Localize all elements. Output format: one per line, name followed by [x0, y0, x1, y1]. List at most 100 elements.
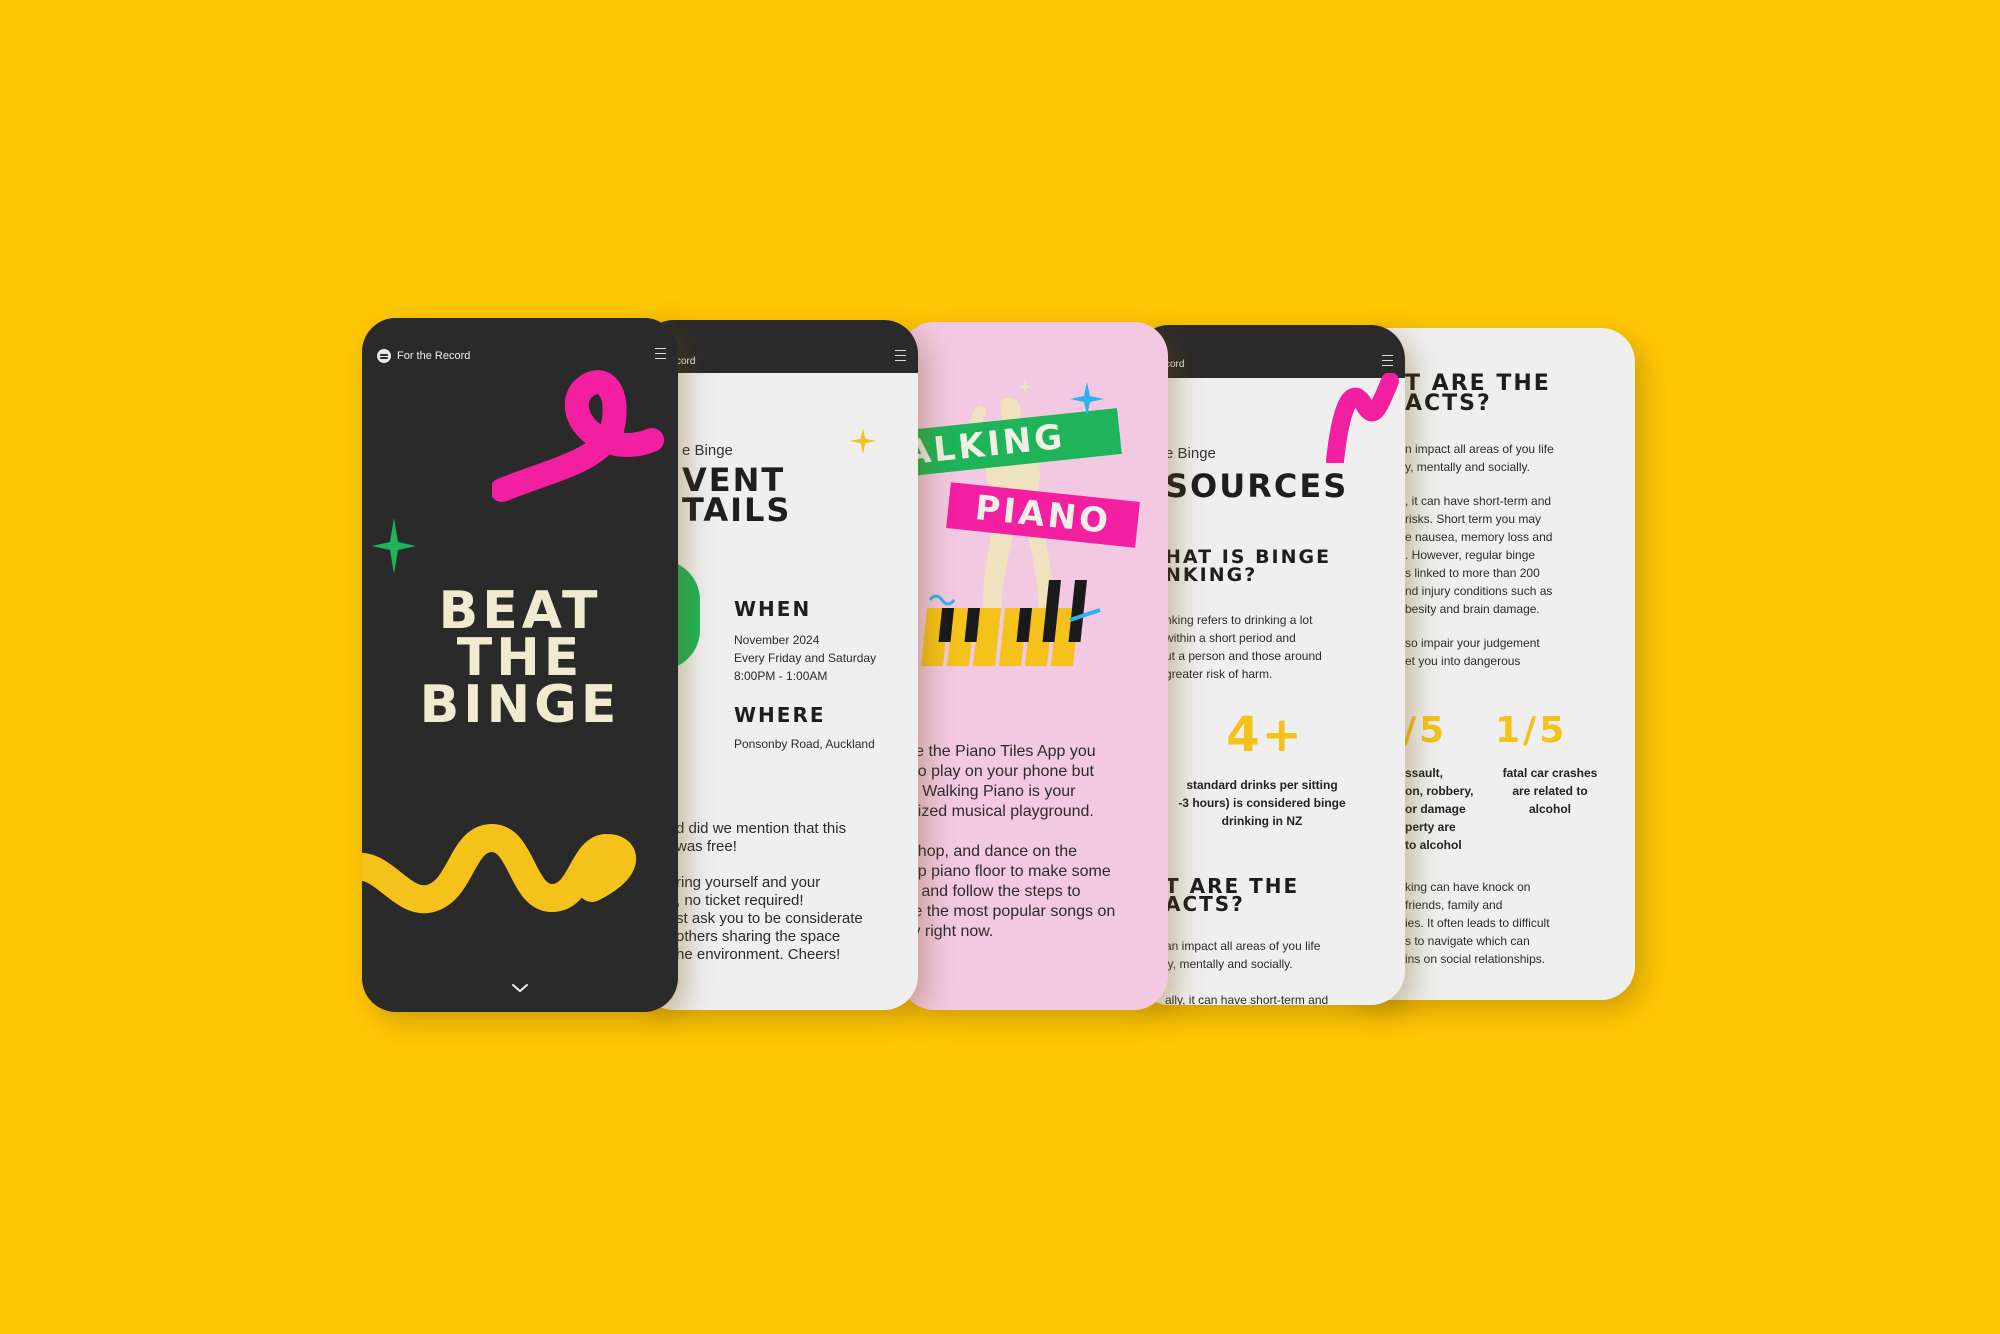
text-line: ly, mentally and socially.	[1165, 957, 1293, 971]
top-bar: cord	[640, 320, 918, 373]
facts-paragraph-2: , it can have short-term and risks. Shor…	[1405, 492, 1552, 618]
text-line: t up piano floor to make some	[900, 863, 1111, 880]
text-line: greater risk of harm.	[1165, 667, 1273, 681]
when-label: WHEN	[734, 597, 812, 621]
green-sparkle-icon	[372, 518, 416, 574]
menu-icon[interactable]	[1382, 355, 1393, 366]
binge-definition: nking refers to drinking a lot within a …	[1165, 611, 1322, 683]
facts-text: an impact all areas of you life ly, ment…	[1165, 937, 1328, 1005]
text-line: ut a person and those around	[1165, 649, 1322, 663]
text-line: ssault,	[1405, 766, 1444, 780]
text-line: y, mentally and socially.	[1405, 460, 1530, 474]
text-line: fatal car crashes	[1502, 766, 1598, 780]
text-line: , no ticket required!	[676, 892, 804, 909]
eyebrow: e Binge	[1165, 445, 1216, 462]
text-line: was free!	[676, 838, 737, 855]
text-line: besity and brain damage.	[1405, 602, 1540, 616]
text-line: s linked to more than 200	[1405, 566, 1540, 580]
text-line: nking refers to drinking a lot	[1165, 613, 1313, 627]
text-line: on, robbery,	[1405, 784, 1474, 798]
text-line: risks. Short term you may	[1405, 512, 1542, 526]
menu-icon[interactable]	[895, 350, 906, 361]
piano-keys-illustration	[920, 580, 1101, 666]
text-line: ate the most popular songs on	[900, 903, 1116, 920]
text-line: alcohol	[1528, 802, 1571, 816]
text-line: to alcohol	[1405, 838, 1462, 852]
facts-paragraph-3: so impair your judgement et you into dan…	[1405, 634, 1540, 670]
text-line: nd injury conditions such as	[1405, 584, 1553, 598]
text-line: an impact all areas of you life	[1165, 939, 1321, 953]
text-line: st ask you to be considerate	[676, 910, 863, 927]
screen-walking-piano: ALKING PIANO like the Piano Tiles App yo…	[900, 322, 1168, 1010]
text-line: s to navigate which can	[1405, 934, 1530, 948]
event-description: d did we mention that this was free! rin…	[676, 820, 863, 964]
top-bar: For the Record	[362, 318, 678, 371]
text-line: p, hop, and dance on the	[900, 843, 1078, 860]
stat-car-crashes-caption: fatal car crashes are related to alcohol	[1495, 764, 1605, 818]
text-line: others sharing the space	[676, 928, 841, 945]
stat-standard-drinks-caption: standard drinks per sitting -3 hours) is…	[1157, 776, 1367, 830]
spotify-logo-icon	[377, 349, 391, 363]
text-line: ring yourself and your	[676, 874, 821, 891]
text-line	[900, 822, 1115, 842]
text-line: tify right now.	[900, 923, 994, 940]
text-line: er. Walking Piano is your	[900, 783, 1076, 800]
text-line: friends, family and	[1405, 898, 1503, 912]
brand[interactable]: For the Record	[377, 349, 470, 363]
text-line: so impair your judgement	[1405, 636, 1540, 650]
text-line: like the Piano Tiles App you	[900, 743, 1096, 760]
chevron-down-icon[interactable]	[510, 982, 530, 994]
sparkle-icon	[1018, 380, 1032, 394]
screen-beat-the-binge: For the Record BEAT THE BINGE	[362, 318, 678, 1012]
yellow-sparkle-icon	[850, 428, 876, 454]
walking-piano-description: like the Piano Tiles App you d to play o…	[900, 742, 1115, 942]
top-bar: cord	[1135, 325, 1405, 378]
stat-car-crashes: 1/5	[1495, 710, 1568, 751]
stat-assault: /5	[1403, 710, 1448, 751]
stat-standard-drinks: 4+	[1226, 707, 1304, 763]
text-line: he environment. Cheers!	[676, 946, 841, 963]
text-line: standard drinks per sitting	[1186, 778, 1338, 792]
text-line: within a short period and	[1165, 631, 1296, 645]
text-line: , it can have short-term and	[1405, 494, 1552, 508]
text-line: 8:00PM - 1:00AM	[734, 669, 828, 683]
stat-assault-caption: ssault, on, robbery, or damage perty are…	[1405, 764, 1473, 854]
text-line: d did we mention that this	[676, 820, 847, 837]
text-line: perty are	[1405, 820, 1456, 834]
resources-heading: SOURCES	[1165, 467, 1349, 505]
text-line: are related to	[1512, 784, 1588, 798]
hero-title: BEAT THE BINGE	[362, 585, 678, 735]
text-line: ies. It often leads to difficult	[1405, 916, 1550, 930]
text-line: November 2024	[734, 633, 820, 647]
pink-loop-illustration	[492, 370, 664, 502]
screen-resources: cord e Binge SOURCES HAT IS BINGE NKING?…	[1135, 325, 1405, 1005]
facts-paragraph-4: king can have knock on friends, family a…	[1405, 878, 1550, 968]
facts-paragraph-1: n impact all areas of you life y, mental…	[1405, 440, 1554, 476]
text-line: d to play on your phone but	[900, 763, 1094, 780]
text-line: Every Friday and Saturday	[734, 651, 877, 665]
text-line: or damage	[1405, 802, 1466, 816]
text-line: ins on social relationships.	[1405, 952, 1546, 966]
binge-question-heading: HAT IS BINGE NKING?	[1165, 548, 1331, 586]
blue-sparkle-icon	[1070, 382, 1104, 416]
text-line: n impact all areas of you life	[1405, 442, 1554, 456]
text-line: TAILS	[682, 491, 792, 529]
text-line: -3 hours) is considered binge	[1178, 796, 1346, 810]
text-line: es and follow the steps to	[900, 883, 1081, 900]
text-line	[1165, 973, 1328, 991]
title-line: BINGE	[419, 675, 621, 735]
text-line: king can have knock on	[1405, 880, 1531, 894]
menu-icon[interactable]	[655, 348, 666, 359]
text-line: NKING?	[1165, 564, 1258, 586]
pink-squiggle-icon	[1326, 373, 1399, 463]
facts-heading-line: ACTS?	[1405, 391, 1492, 416]
where-label: WHERE	[734, 703, 826, 727]
brand-name: cord	[676, 356, 696, 367]
eyebrow: e Binge	[682, 442, 733, 459]
yellow-wave-illustration	[362, 823, 636, 914]
screen-event-details: cord e Binge VENT TAILS WHEN November 20…	[640, 320, 918, 1010]
facts-heading: T ARE THE ACTS?	[1165, 876, 1299, 914]
text-line: . However, regular binge	[1405, 548, 1536, 562]
text-line: et you into dangerous	[1405, 654, 1521, 668]
text-line	[676, 856, 863, 874]
